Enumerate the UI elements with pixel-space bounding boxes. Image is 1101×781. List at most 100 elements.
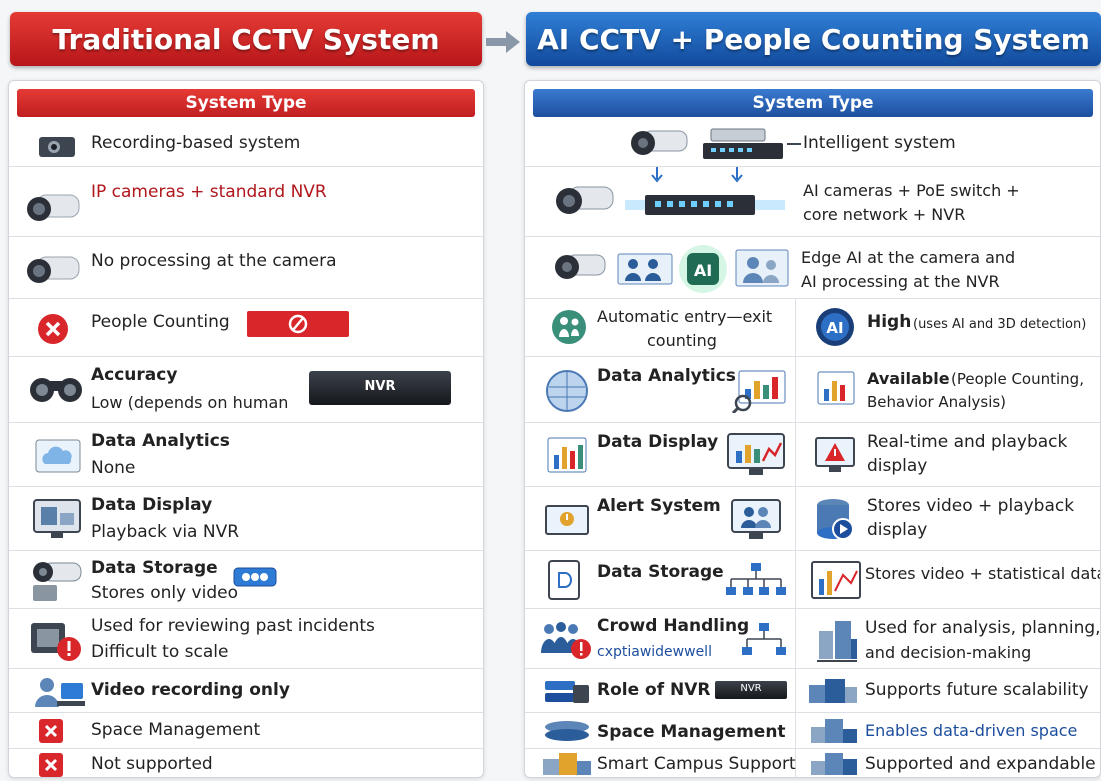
usage-value-1: Used for reviewing past incidents xyxy=(91,616,375,636)
crowd-handling-value-2: and decision-making xyxy=(865,643,1032,662)
bullet-camera-icon xyxy=(27,256,80,283)
table-row: Data Analytics Available (People Countin… xyxy=(525,357,1100,423)
table-row: Video recording only xyxy=(9,669,483,713)
table-row: AI cameras + PoE switch + core network +… xyxy=(525,167,1100,237)
data-display-value-1: Real-time and playback xyxy=(867,432,1068,452)
section-header: System Type xyxy=(17,89,475,117)
bar-chart-icon xyxy=(547,437,587,473)
building-icon xyxy=(811,753,857,775)
alert-screen-icon xyxy=(815,437,855,472)
server-stack-icon xyxy=(545,681,589,703)
table-row: IP cameras + standard NVR xyxy=(9,167,483,237)
data-display-value: Playback via NVR xyxy=(91,522,240,542)
bullet-camera-icon xyxy=(555,254,606,279)
table-row: Data Display Real-time and playback disp… xyxy=(525,423,1100,487)
crowd-handling-label: Crowd Handling xyxy=(597,616,750,636)
table-row: Recording-based system xyxy=(9,121,483,167)
system-type-value: Recording-based system xyxy=(91,133,301,153)
table-row: Used for reviewing past incidents Diffic… xyxy=(9,609,483,669)
people-counting-label: People Counting xyxy=(91,312,230,332)
connector-line xyxy=(787,143,801,145)
table-row: Alert System Stores video + playback dis… xyxy=(525,487,1100,551)
space-management-label: Space Management xyxy=(597,722,786,742)
bar-chart-icon xyxy=(811,561,861,599)
accuracy-value: Low (depends on human xyxy=(91,393,289,412)
globe-data-icon xyxy=(546,370,588,412)
monitor-playback-icon xyxy=(33,499,81,538)
processing-value: No processing at the camera xyxy=(91,251,337,271)
network-switch-icon xyxy=(703,128,783,159)
data-analytics-value-2: Behavior Analysis) xyxy=(867,393,1007,411)
data-storage-label: Data Storage xyxy=(91,558,218,578)
arrow-right-icon xyxy=(486,31,520,53)
data-display-value-2: display xyxy=(867,456,928,476)
prohibited-icon xyxy=(247,311,349,337)
traditional-panel: System Type Recording-based system IP ca… xyxy=(8,80,484,778)
bullet-camera-icon xyxy=(556,186,614,214)
data-storage-value: Stores video + statistical data xyxy=(865,564,1101,583)
nvr-recorder-icon: NVR xyxy=(309,371,451,405)
alert-system-value-1: Stores video + playback xyxy=(867,496,1075,516)
network-switch-icon xyxy=(625,195,785,215)
x-square-icon xyxy=(39,719,63,743)
counting-value-2: counting xyxy=(647,331,717,350)
bar-chart-icon xyxy=(817,371,855,405)
user-computer-icon xyxy=(35,678,85,707)
table-row: Automatic entry—exit counting AI High (u… xyxy=(525,299,1100,357)
svg-text:AI: AI xyxy=(694,261,712,280)
accuracy-label: High xyxy=(867,312,912,332)
bullet-camera-icon xyxy=(27,194,80,221)
server-rack-icon xyxy=(809,679,857,703)
space-management-value: Enables data-driven space xyxy=(865,721,1078,740)
table-row: Data Storage Stores only video xyxy=(9,551,483,609)
tape-icon xyxy=(233,567,277,587)
nvr-role-value: Video recording only xyxy=(91,680,290,700)
x-square-icon xyxy=(39,753,63,777)
table-row: People Counting xyxy=(9,299,483,357)
data-storage-value: Stores only video xyxy=(91,583,238,603)
alert-screen-icon xyxy=(545,505,589,535)
space-management-value: Space Management xyxy=(91,720,261,740)
ai-chip-icon: AI xyxy=(679,245,727,293)
alert-system-label: Alert System xyxy=(597,496,721,516)
table-row: Intelligent system xyxy=(525,121,1100,167)
table-row: Crowd Handling cxptiawidewwell Used for … xyxy=(525,609,1100,669)
nvr-recorder-icon: NVR xyxy=(715,681,787,699)
table-row: Role of NVR NVR Supports future scalabil… xyxy=(525,669,1100,713)
table-row: No processing at the camera xyxy=(9,237,483,299)
alert-system-value-2: display xyxy=(867,520,928,540)
table-row: Smart Campus Support Supported and expan… xyxy=(525,749,1100,777)
hardware-value-1: AI cameras + PoE switch + xyxy=(803,181,1020,200)
campus-icon xyxy=(543,753,591,775)
monitor-people-icon xyxy=(731,499,781,539)
data-analytics-label: Data Analytics xyxy=(91,431,230,451)
system-type-value: Intelligent system xyxy=(803,133,956,153)
monitor-chart-icon xyxy=(727,433,785,475)
data-display-label: Data Display xyxy=(597,432,719,452)
warning-icon xyxy=(31,623,81,661)
table-row: AI Edge AI at the camera and AI processi… xyxy=(525,237,1100,299)
people-counting-icon xyxy=(552,310,586,344)
table-row: Space Management xyxy=(9,713,483,749)
data-storage-label: Data Storage xyxy=(597,562,724,582)
data-analytics-value: None xyxy=(91,458,136,478)
usage-value-2: Difficult to scale xyxy=(91,642,229,662)
table-row: Data Display Playback via NVR xyxy=(9,487,483,551)
crowd-icon xyxy=(541,622,591,659)
svg-text:AI: AI xyxy=(826,319,843,337)
cloud-screen-icon xyxy=(35,439,81,473)
network-tree-icon xyxy=(742,623,786,655)
people-icon xyxy=(617,253,673,285)
data-analytics-value-head: Available xyxy=(867,369,950,388)
smart-campus-label: Smart Campus Support xyxy=(597,754,796,774)
people-icon xyxy=(735,249,789,287)
data-analytics-value-1: (People Counting, xyxy=(951,370,1084,388)
nvr-label: NVR xyxy=(740,683,762,694)
accuracy-value: (uses AI and 3D detection) xyxy=(913,317,1087,332)
smart-campus-value: Supported and expandable xyxy=(865,754,1096,774)
hardware-value-2: core network + NVR xyxy=(803,205,966,224)
table-row: Not supported xyxy=(9,749,483,777)
section-header: System Type xyxy=(533,89,1093,117)
table-row: Space Management Enables data-driven spa… xyxy=(525,713,1100,749)
file-icon xyxy=(548,560,580,600)
